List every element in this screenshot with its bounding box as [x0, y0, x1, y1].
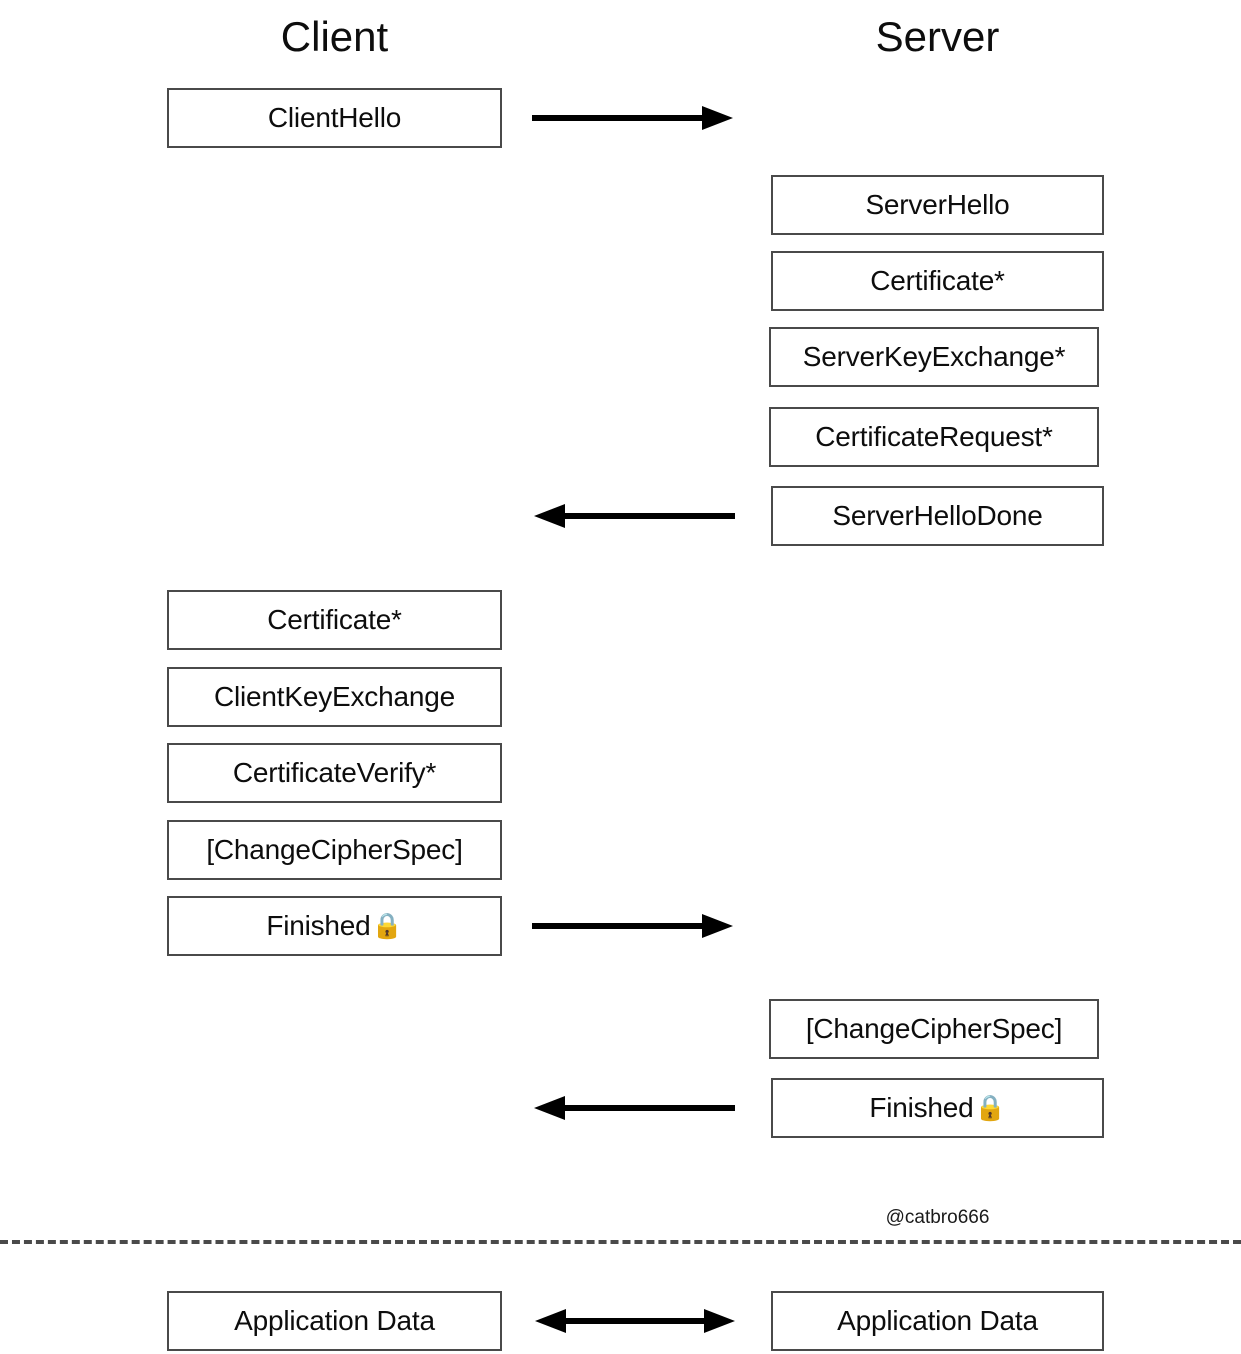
- message-box-client-certificate: Certificate*: [167, 590, 502, 650]
- message-label: ClientKeyExchange: [214, 681, 455, 712]
- message-box-server-certificate: Certificate*: [771, 251, 1104, 311]
- lock-icon: 🔒: [371, 911, 403, 940]
- message-label: Application Data: [837, 1305, 1038, 1336]
- message-box-server-key-exchange: ServerKeyExchange*: [769, 327, 1099, 387]
- message-box-server-hello-done: ServerHelloDone: [771, 486, 1104, 546]
- message-box-certificate-verify: CertificateVerify*: [167, 743, 502, 803]
- message-label: CertificateRequest*: [815, 421, 1053, 452]
- message-label: Application Data: [234, 1305, 435, 1336]
- message-label: ServerKeyExchange*: [802, 341, 1066, 372]
- message-label: Certificate*: [870, 265, 1005, 296]
- message-box-client-application-data: Application Data: [167, 1291, 502, 1351]
- message-box-server-change-cipher-spec: [ChangeCipherSpec]: [769, 999, 1099, 1059]
- arrow-client-to-server-finished: [530, 911, 735, 941]
- tls-handshake-diagram: Client Server ClientHello ServerHello Ce…: [0, 0, 1241, 1354]
- message-label: ServerHello: [865, 189, 1010, 220]
- message-box-certificate-request: CertificateRequest*: [769, 407, 1099, 467]
- arrow-client-to-server-hello: [530, 103, 735, 133]
- message-box-client-key-exchange: ClientKeyExchange: [167, 667, 502, 727]
- message-label: CertificateVerify*: [232, 757, 437, 788]
- message-box-server-finished: Finished 🔒: [771, 1078, 1104, 1138]
- column-title-client: Client: [280, 13, 389, 60]
- message-label: ClientHello: [267, 102, 402, 133]
- message-box-client-hello: ClientHello: [167, 88, 502, 148]
- message-label: [ChangeCipherSpec]: [206, 834, 463, 865]
- lock-icon: 🔒: [974, 1093, 1006, 1122]
- message-box-server-application-data: Application Data: [771, 1291, 1104, 1351]
- arrow-server-to-client-finished: [533, 1093, 737, 1123]
- message-label: Finished: [266, 910, 371, 941]
- arrow-bidirectional-application-data: [534, 1306, 736, 1336]
- handshake-separator-line: [0, 1240, 1241, 1244]
- message-box-client-change-cipher-spec: [ChangeCipherSpec]: [167, 820, 502, 880]
- message-label: ServerHelloDone: [832, 500, 1043, 531]
- message-box-client-finished: Finished 🔒: [167, 896, 502, 956]
- message-box-server-hello: ServerHello: [771, 175, 1104, 235]
- watermark-handle: @catbro666: [885, 1207, 990, 1228]
- message-label: Finished: [869, 1092, 974, 1123]
- arrow-server-to-client-hello-done: [533, 501, 737, 531]
- message-label: [ChangeCipherSpec]: [805, 1013, 1063, 1044]
- column-title-server: Server: [875, 13, 1000, 60]
- message-label: Certificate*: [267, 604, 402, 635]
